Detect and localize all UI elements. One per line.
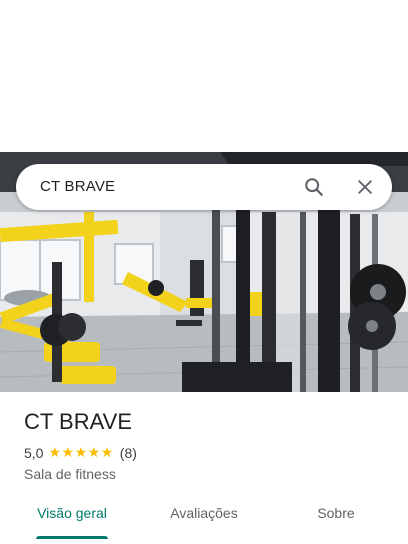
place-category[interactable]: Sala de fitness: [24, 465, 116, 483]
map-area-blank: [0, 0, 408, 152]
rating-value: 5,0: [24, 445, 44, 461]
star-icon: ★: [61, 445, 75, 461]
star-icon: ★: [87, 445, 101, 461]
search-button[interactable]: [300, 173, 328, 201]
search-icon: [305, 178, 323, 196]
place-title: CT BRAVE: [24, 409, 132, 434]
tab-reviews[interactable]: Avaliações: [156, 498, 252, 538]
star-icon: ★: [74, 445, 88, 461]
star-rating: ★ ★ ★ ★ ★: [48, 444, 113, 462]
active-tab-indicator: [36, 536, 108, 539]
search-bar[interactable]: CT BRAVE: [16, 164, 392, 210]
tab-overview[interactable]: Visão geral: [24, 498, 120, 538]
tab-bar: Visão geral Avaliações Sobre: [0, 498, 408, 544]
star-icon: ★: [48, 445, 62, 461]
star-icon: ★: [100, 445, 114, 461]
close-icon: [358, 180, 372, 194]
search-input[interactable]: CT BRAVE: [40, 164, 115, 210]
rating-row[interactable]: 5,0 ★ ★ ★ ★ ★ (8): [24, 444, 137, 462]
review-count[interactable]: (8): [120, 445, 137, 461]
close-button[interactable]: [351, 173, 379, 201]
tab-about[interactable]: Sobre: [300, 498, 372, 538]
